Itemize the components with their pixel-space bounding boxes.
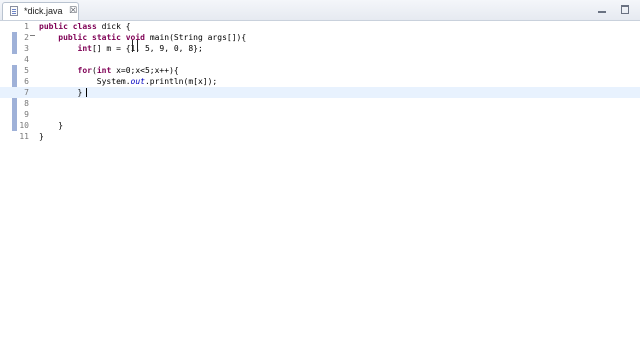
line-number: 11 xyxy=(19,132,29,141)
code-line[interactable]: 1 public class dick { xyxy=(0,21,640,32)
text-caret xyxy=(86,88,87,97)
code-line[interactable]: 5 for(int x=0;x<5;x++){ xyxy=(0,65,640,76)
code-text: public class dick { xyxy=(39,22,131,31)
code-line[interactable]: 4 xyxy=(0,54,640,65)
line-number: 1 xyxy=(24,22,29,31)
line-number: 5 xyxy=(24,66,29,75)
code-line[interactable]: 6 System.out.println(m[x]); xyxy=(0,76,640,87)
tab-title: *dick.java xyxy=(24,6,63,16)
line-number: 8 xyxy=(24,99,29,108)
code-line[interactable]: 2 public static void main(String args[])… xyxy=(0,32,640,43)
code-text: public static void main(String args[]){ xyxy=(58,33,247,42)
line-number: 4 xyxy=(24,55,29,64)
text-cursor-icon xyxy=(132,40,138,52)
code-text: for(int x=0;x<5;x++){ xyxy=(77,66,179,75)
code-text: } xyxy=(39,88,83,97)
editor-tab-bar: *dick.java ☒ xyxy=(0,0,640,21)
line-number: 3 xyxy=(24,44,29,53)
close-icon[interactable]: ☒ xyxy=(69,6,77,16)
code-editor[interactable]: 1 public class dick { 2 public static vo… xyxy=(0,21,640,360)
code-text: int[] m = {1, 5, 9, 0, 8}; xyxy=(77,44,203,53)
code-line[interactable]: 11 } xyxy=(0,131,640,142)
java-file-icon xyxy=(10,6,18,16)
line-number: 2 xyxy=(24,33,29,42)
line-number: 9 xyxy=(24,110,29,119)
code-text: } xyxy=(39,121,64,130)
code-line[interactable]: 9 xyxy=(0,109,640,120)
code-text: System.out.println(m[x]); xyxy=(39,77,218,86)
code-line-current[interactable]: 7 } xyxy=(0,87,640,98)
tab-dick-java[interactable]: *dick.java ☒ xyxy=(2,2,79,20)
line-number: 10 xyxy=(19,121,29,130)
code-line[interactable]: 10 } xyxy=(0,120,640,131)
code-line[interactable]: 3 int[] m = {1, 5, 9, 0, 8}; xyxy=(0,43,640,54)
fold-collapse-icon[interactable] xyxy=(30,35,35,36)
line-number: 7 xyxy=(24,88,29,97)
code-line[interactable]: 8 xyxy=(0,98,640,109)
code-text: } xyxy=(39,132,44,141)
minimize-icon[interactable] xyxy=(597,4,607,14)
maximize-icon[interactable] xyxy=(620,4,630,14)
window-controls xyxy=(589,4,630,16)
line-number: 6 xyxy=(24,77,29,86)
